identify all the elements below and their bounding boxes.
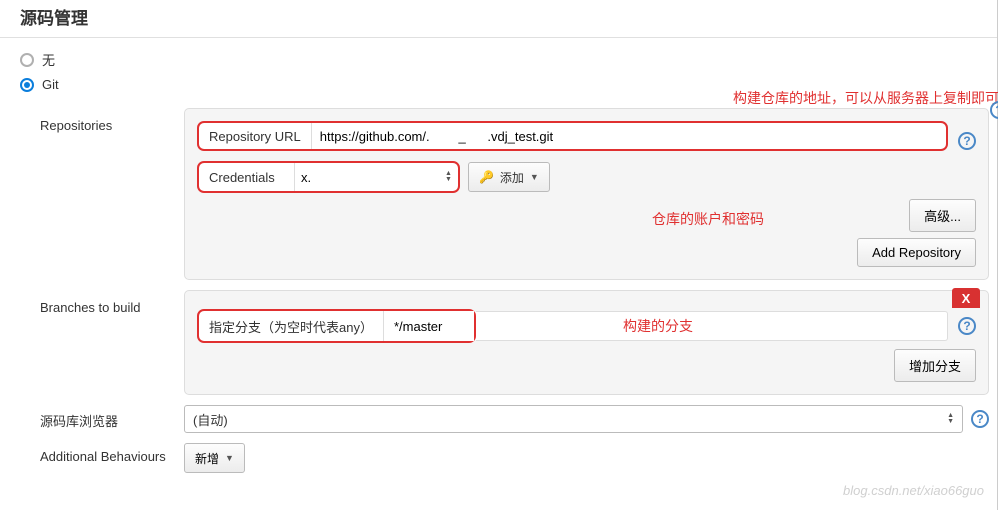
radio-none-row[interactable]: 无 [20, 50, 997, 69]
key-icon: 🔑 [479, 170, 494, 184]
repo-browser-row: 源码库浏览器 (自动) ▲▼ ? [0, 405, 997, 433]
branch-spec-field: 指定分支（为空时代表any） [197, 309, 476, 343]
repo-browser-value: (自动) [193, 410, 228, 429]
add-credentials-button[interactable]: 🔑 添加 ▼ [468, 162, 550, 192]
radio-git-label: Git [42, 77, 59, 92]
repositories-label: Repositories [40, 108, 184, 133]
caret-down-icon: ▼ [225, 453, 234, 463]
delete-branch-button[interactable]: X [952, 288, 980, 308]
repo-url-field: Repository URL [197, 121, 948, 151]
branches-row: Branches to build X 指定分支（为空时代表any） ? 构建 [0, 290, 997, 395]
annotation-credentials: 仓库的账户和密码 [652, 209, 764, 229]
radio-none[interactable] [20, 53, 34, 67]
additional-behaviours-label: Additional Behaviours [40, 443, 184, 464]
advanced-button[interactable]: 高级... [909, 199, 976, 232]
credentials-select[interactable] [295, 163, 445, 191]
branches-panel: X 指定分支（为空时代表any） ? 构建的分支 增加分支 [184, 290, 989, 395]
help-icon[interactable]: ? [958, 317, 976, 335]
credentials-field: Credentials ▲▼ [197, 161, 460, 193]
section-title: 源码管理 [0, 0, 997, 38]
branches-label: Branches to build [40, 290, 184, 315]
repo-browser-label: 源码库浏览器 [40, 405, 184, 430]
radio-none-label: 无 [42, 50, 55, 69]
help-icon[interactable]: ? [971, 410, 989, 428]
credentials-row: Credentials ▲▼ 🔑 添加 ▼ 仓库的账户和密码 [197, 161, 976, 193]
credentials-label: Credentials [199, 170, 294, 185]
select-arrows-icon: ▲▼ [947, 413, 954, 425]
repo-url-input[interactable] [312, 123, 946, 149]
help-icon[interactable]: ? [958, 132, 976, 150]
annotation-branch: 构建的分支 [623, 316, 693, 336]
select-arrows-icon: ▲▼ [445, 171, 458, 183]
add-branch-button[interactable]: 增加分支 [894, 349, 976, 382]
branch-spec-input[interactable] [384, 311, 474, 341]
branch-input-extension[interactable] [476, 311, 948, 341]
repositories-row: Repositories 构建仓库的地址，可以从服务器上复制即可 ? Repos… [0, 108, 997, 280]
help-icon[interactable]: ? [990, 101, 998, 119]
branch-spec-wrapper: 指定分支（为空时代表any） [197, 309, 948, 343]
repo-browser-select[interactable]: (自动) ▲▼ [184, 405, 963, 433]
repositories-panel: ? Repository URL ? Credentials ▲▼ [184, 108, 989, 280]
add-behaviour-button[interactable]: 新增 ▼ [184, 443, 245, 473]
radio-git[interactable] [20, 78, 34, 92]
annotation-repo-url: 构建仓库的地址，可以从服务器上复制即可 [733, 88, 998, 108]
caret-down-icon: ▼ [530, 172, 539, 182]
add-credentials-label: 添加 [500, 169, 524, 186]
branch-spec-label: 指定分支（为空时代表any） [199, 317, 383, 336]
add-behaviour-label: 新增 [195, 450, 219, 467]
additional-behaviours-row: Additional Behaviours 新增 ▼ [0, 443, 997, 473]
scm-container: 源码管理 无 Git Repositories 构建仓库的地址，可以从服务器上复… [0, 0, 998, 510]
add-repository-button[interactable]: Add Repository [857, 238, 976, 267]
repo-url-label: Repository URL [199, 129, 311, 144]
